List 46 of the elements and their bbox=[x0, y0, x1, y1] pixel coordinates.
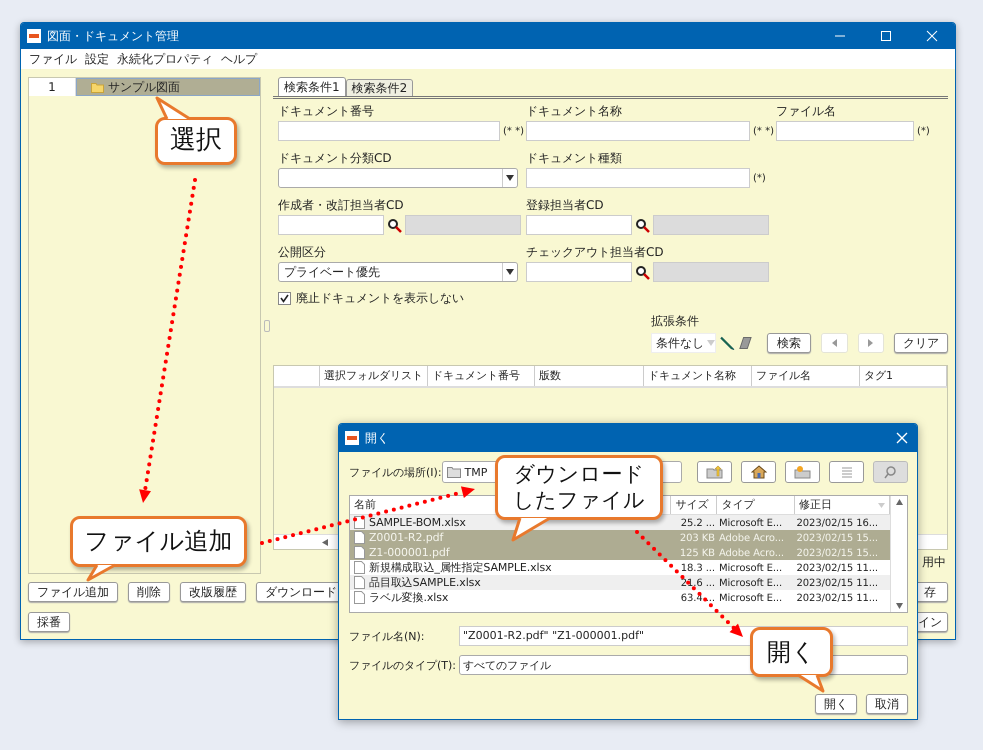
row-number: 1 bbox=[29, 78, 76, 96]
file-modified: 2023/02/15 15... bbox=[796, 532, 880, 544]
file-type: Microsoft E... bbox=[718, 592, 784, 604]
file-type: Microsoft E... bbox=[718, 517, 784, 529]
file-size: 25.2 ... bbox=[680, 517, 716, 529]
file-modified: 2023/02/15 11... bbox=[796, 562, 880, 574]
file-type: Microsoft E... bbox=[718, 577, 784, 589]
file-modified: 2023/02/15 16... bbox=[796, 517, 880, 529]
window-title: 図面・ドキュメント管理 bbox=[47, 28, 180, 44]
field-label: ドキュメント分類CD bbox=[278, 150, 393, 166]
file-name: 新規構成取込_属性指定SAMPLE.xlsx bbox=[369, 560, 552, 575]
field-label: 拡張条件 bbox=[651, 313, 700, 329]
file-size: 203 KB bbox=[678, 532, 716, 544]
file-type: Microsoft E... bbox=[718, 562, 784, 574]
field-note: (* *) bbox=[503, 126, 524, 136]
file-type: Adobe Acro... bbox=[718, 547, 785, 559]
file-modified: 2023/02/15 11... bbox=[796, 592, 880, 604]
file-type: Adobe Acro... bbox=[718, 532, 785, 544]
file-name: SAMPLE-BOM.xlsx bbox=[369, 515, 466, 530]
field-note: (*) bbox=[917, 126, 930, 136]
checkbox-label: 廃止ドキュメントを表示しない bbox=[296, 290, 464, 306]
file-name: Z0001-R2.pdf bbox=[369, 530, 444, 545]
file-size: 125 KB bbox=[678, 547, 716, 559]
field-label: ドキュメント名称 bbox=[526, 103, 623, 119]
tree-item-label: サンプル図面 bbox=[108, 78, 180, 96]
field-label: ファイルの場所(I): bbox=[349, 464, 442, 480]
file-size: 18.3 ... bbox=[680, 562, 716, 574]
dialog-title: 開く bbox=[365, 430, 390, 446]
field-label: ファイル名 bbox=[776, 103, 837, 119]
status-text: 用中 bbox=[922, 554, 946, 570]
field-label: ファイル名(N): bbox=[349, 628, 426, 644]
file-name: 品目取込SAMPLE.xlsx bbox=[369, 575, 481, 590]
field-note: (* *) bbox=[753, 126, 774, 136]
field-label: 公開区分 bbox=[278, 244, 327, 260]
file-modified: 2023/02/15 15... bbox=[796, 547, 880, 559]
field-label: ドキュメント番号 bbox=[278, 103, 375, 119]
file-name: ラベル変換.xlsx bbox=[369, 590, 448, 605]
file-name: Z1-000001.pdf bbox=[369, 545, 450, 560]
field-label: 作成者・改訂担当者CD bbox=[278, 197, 405, 213]
field-label: チェックアウト担当者CD bbox=[526, 244, 665, 260]
field-label: 登録担当者CD bbox=[526, 197, 605, 213]
field-label: ファイルのタイプ(T): bbox=[349, 658, 458, 672]
field-note: (*) bbox=[753, 172, 766, 184]
file-size: 21.6 ... bbox=[680, 577, 716, 589]
file-modified: 2023/02/15 11... bbox=[796, 577, 880, 589]
field-label: ドキュメント種類 bbox=[526, 150, 623, 166]
